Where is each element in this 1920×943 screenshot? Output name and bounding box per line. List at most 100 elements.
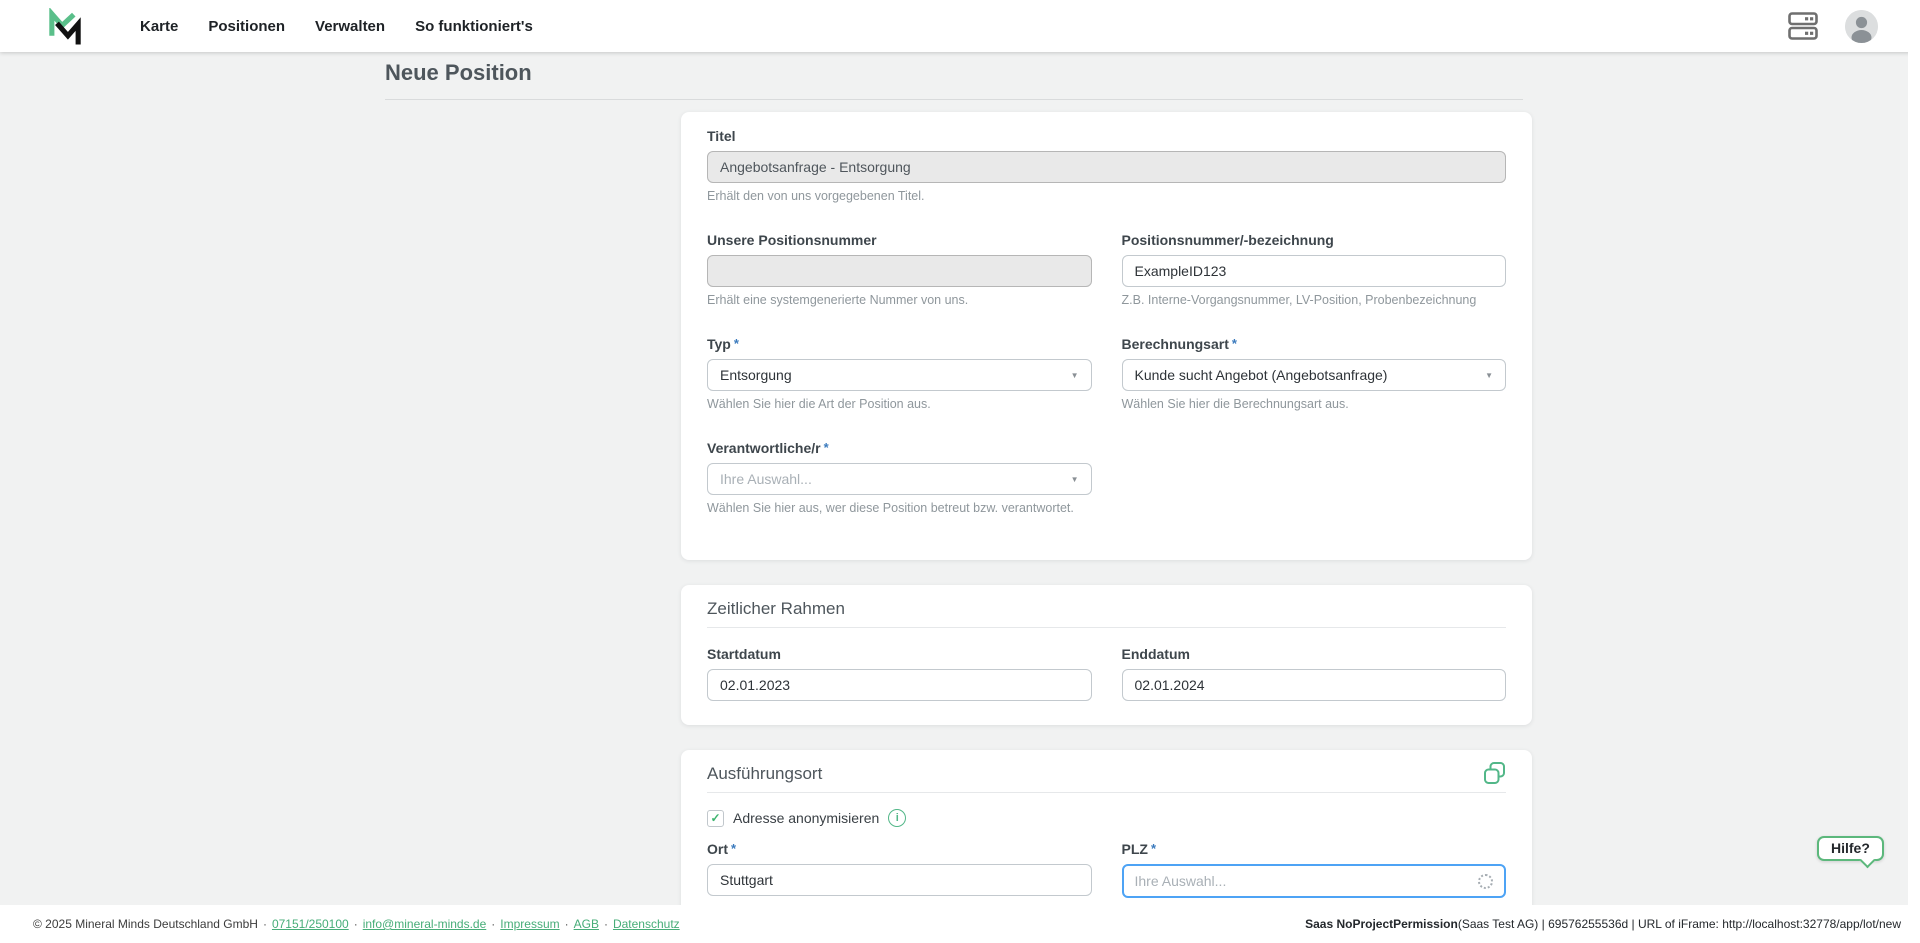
footer-link-datenschutz[interactable]: Datenschutz [613,917,680,931]
person-icon [1845,10,1878,43]
titel-input[interactable] [707,151,1506,183]
verantwortliche-label: Verantwortliche/r* [707,440,1092,456]
separator: · [491,917,495,931]
berechnungsart-help: Wählen Sie hier die Berechnungsart aus. [1122,397,1507,411]
nav-item-positionen[interactable]: Positionen [208,18,285,35]
ausfuehrungsort-heading: Ausführungsort [707,764,1506,784]
field-titel: Titel Erhält den von uns vorgegebenen Ti… [707,128,1506,203]
typ-select-value: Entsorgung [720,367,792,383]
positionsnummer-input[interactable] [1122,255,1507,287]
plz-input[interactable] [1135,873,1479,889]
mm-monogram-icon [46,8,84,46]
page-content: Neue Position Titel Erhält den von uns v… [0,52,1920,905]
page-title-divider [385,99,1523,100]
footer: © 2025 Mineral Minds Deutschland GmbH · … [0,905,1920,943]
chevron-down-icon: ▼ [1071,371,1079,380]
required-asterisk: * [824,440,829,455]
verantwortliche-label-text: Verantwortliche/r [707,440,821,456]
ort-label-text: Ort [707,841,728,857]
check-icon: ✓ [710,811,720,825]
typ-select[interactable]: Entsorgung ▼ [707,359,1092,391]
scrollbar-track[interactable] [1908,52,1920,905]
info-letter: i [896,812,899,824]
ort-input[interactable] [707,864,1092,896]
chevron-down-icon: ▼ [1485,371,1493,380]
info-icon[interactable]: i [888,809,906,827]
startdatum-label: Startdatum [707,646,1092,662]
card-divider [707,627,1506,628]
anonymize-label: Adresse anonymisieren [733,810,879,826]
field-typ: Typ* Entsorgung ▼ Wählen Sie hier die Ar… [707,336,1092,411]
field-verantwortliche: Verantwortliche/r* Ihre Auswahl... ▼ Wäh… [707,440,1092,515]
plz-label-text: PLZ [1122,841,1148,857]
card-divider [707,792,1506,793]
card-zeitlicher-rahmen: Zeitlicher Rahmen Startdatum Enddatum [681,585,1532,725]
unsere-positionsnummer-input[interactable] [707,255,1092,287]
nav-item-so-funktionierts[interactable]: So funktioniert's [415,18,533,35]
field-enddatum: Enddatum [1122,646,1507,701]
card-ausfuehrungsort: Ausführungsort ✓ Adresse anonymisieren i… [681,750,1532,905]
server-stack-icon[interactable] [1788,12,1819,40]
positionsnummer-help: Z.B. Interne-Vorgangsnummer, LV-Position… [1122,293,1507,307]
separator: · [604,917,608,931]
berechnungsart-label-text: Berechnungsart [1122,336,1229,352]
separator: · [354,917,358,931]
copy-icon[interactable] [1481,760,1508,787]
required-asterisk: * [1232,336,1237,351]
user-avatar[interactable] [1845,10,1878,43]
help-button[interactable]: Hilfe? [1817,836,1884,861]
help-button-label: Hilfe? [1831,840,1870,856]
berechnungsart-select-value: Kunde sucht Angebot (Angebotsanfrage) [1135,367,1388,383]
startdatum-input[interactable] [707,669,1092,701]
enddatum-label: Enddatum [1122,646,1507,662]
typ-label: Typ* [707,336,1092,352]
field-berechnungsart: Berechnungsart* Kunde sucht Angebot (Ang… [1122,336,1507,411]
separator: · [565,917,569,931]
tenant-name: Saas NoProjectPermission [1305,917,1458,931]
anonymize-checkbox[interactable]: ✓ [707,810,724,827]
verantwortliche-select-placeholder: Ihre Auswahl... [720,471,812,487]
berechnungsart-select[interactable]: Kunde sucht Angebot (Angebotsanfrage) ▼ [1122,359,1507,391]
verantwortliche-help: Wählen Sie hier aus, wer diese Position … [707,501,1092,515]
titel-help: Erhält den von uns vorgegebenen Titel. [707,189,1506,203]
main-nav: Karte Positionen Verwalten So funktionie… [140,0,533,52]
separator: · [263,917,267,931]
required-asterisk: * [1151,841,1156,856]
plz-label: PLZ* [1122,841,1507,857]
typ-label-text: Typ [707,336,731,352]
chevron-down-icon: ▼ [1071,475,1079,484]
footer-link-email[interactable]: info@mineral-minds.de [363,917,487,931]
nav-item-verwalten[interactable]: Verwalten [315,18,385,35]
required-asterisk: * [734,336,739,351]
footer-link-impressum[interactable]: Impressum [500,917,559,931]
card-general: Titel Erhält den von uns vorgegebenen Ti… [681,112,1532,560]
field-ort: Ort* [707,841,1092,898]
typ-help: Wählen Sie hier die Art der Position aus… [707,397,1092,411]
field-plz: PLZ* [1122,841,1507,898]
field-startdatum: Startdatum [707,646,1092,701]
footer-left: © 2025 Mineral Minds Deutschland GmbH · … [33,905,680,943]
titel-label: Titel [707,128,1506,144]
zeitlicher-rahmen-heading: Zeitlicher Rahmen [707,599,1506,619]
berechnungsart-label: Berechnungsart* [1122,336,1507,352]
positionsnummer-label: Positionsnummer/-bezeichnung [1122,232,1507,248]
required-asterisk: * [731,841,736,856]
unsere-positionsnummer-help: Erhält eine systemgenerierte Nummer von … [707,293,1092,307]
footer-link-agb[interactable]: AGB [574,917,599,931]
field-positionsnummer: Positionsnummer/-bezeichnung Z.B. Intern… [1122,232,1507,307]
nav-item-karte[interactable]: Karte [140,18,178,35]
navbar: Karte Positionen Verwalten So funktionie… [0,0,1920,52]
unsere-positionsnummer-label: Unsere Positionsnummer [707,232,1092,248]
page-title: Neue Position [385,60,532,86]
navbar-right [1788,0,1878,52]
ort-label: Ort* [707,841,1092,857]
field-unsere-positionsnummer: Unsere Positionsnummer Erhält eine syste… [707,232,1092,307]
verantwortliche-select[interactable]: Ihre Auswahl... ▼ [707,463,1092,495]
enddatum-input[interactable] [1122,669,1507,701]
footer-link-phone[interactable]: 07151/250100 [272,917,349,931]
footer-environment-info: Saas NoProjectPermission (Saas Test AG) … [1305,905,1901,943]
brand-logo[interactable] [46,8,84,46]
copyright-text: © 2025 Mineral Minds Deutschland GmbH [33,917,258,931]
plz-select-focused[interactable] [1122,864,1507,898]
environment-details: (Saas Test AG) | 69576255536d | URL of i… [1458,917,1901,931]
